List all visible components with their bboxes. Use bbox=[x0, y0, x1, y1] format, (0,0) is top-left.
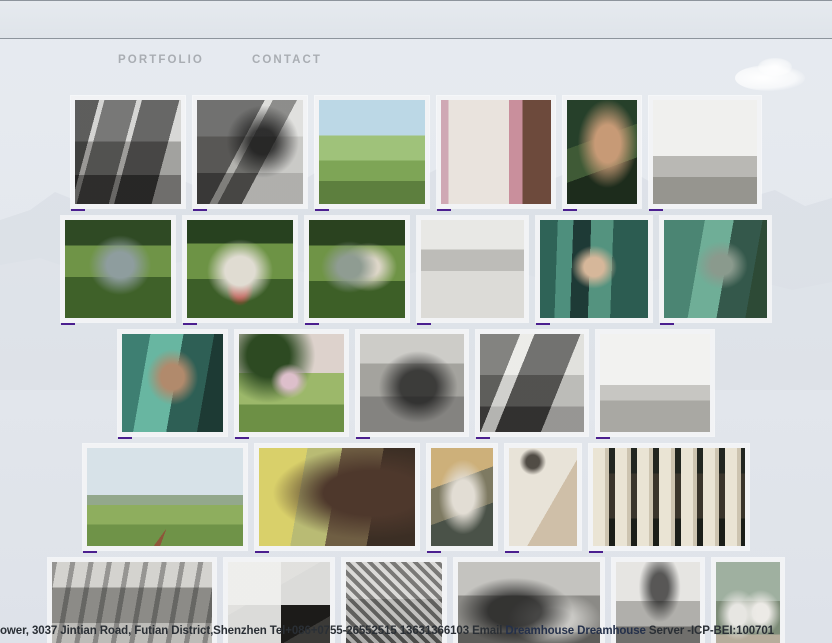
thumb-man-offering-image bbox=[65, 220, 171, 318]
thumb-lace-dress[interactable] bbox=[505, 444, 581, 550]
nav-item-contact[interactable]: CONTACT bbox=[252, 55, 322, 67]
thumb-teepee-field-image bbox=[87, 448, 243, 546]
header-band bbox=[0, 0, 832, 39]
thumb-mirror-window[interactable] bbox=[437, 96, 555, 208]
footer-segment-3: Email bbox=[472, 625, 505, 637]
thumb-man-staff-teal[interactable] bbox=[660, 216, 771, 322]
thumb-green-platform[interactable] bbox=[315, 96, 429, 208]
thumb-man-staff-teal-image bbox=[664, 220, 767, 318]
thumb-couple-tree[interactable] bbox=[235, 330, 348, 436]
thumb-carry-bw[interactable] bbox=[356, 330, 468, 436]
thumb-teepee-field[interactable] bbox=[83, 444, 247, 550]
thumb-woman-sitting-bw[interactable] bbox=[193, 96, 307, 208]
thumb-lace-dress-image bbox=[509, 448, 577, 546]
thumb-candles-image bbox=[593, 448, 745, 546]
thumb-woman-teal-shack-image bbox=[540, 220, 648, 318]
footer-segment-4: Dreamhouse Dreamhouse bbox=[505, 625, 649, 637]
thumb-couple-tree-image bbox=[239, 334, 344, 432]
thumb-man-praying[interactable] bbox=[118, 330, 227, 436]
thumb-field-tent-bw[interactable] bbox=[596, 330, 714, 436]
thumb-boat-dock-bw-image bbox=[75, 100, 181, 204]
thumb-candles[interactable] bbox=[589, 444, 749, 550]
gallery-row-2 bbox=[0, 216, 832, 322]
thumb-profile-nude-image bbox=[567, 100, 637, 204]
footer-segment-5: Server bbox=[649, 625, 687, 637]
thumb-woman-watermelon-image bbox=[187, 220, 293, 318]
thumb-green-platform-image bbox=[319, 100, 425, 204]
thumb-mirror-window-image bbox=[441, 100, 551, 204]
thumb-tent-group-bw[interactable] bbox=[649, 96, 761, 208]
gallery-row-4 bbox=[0, 444, 832, 550]
gallery-row-3 bbox=[0, 330, 832, 436]
thumb-carry-bw-image bbox=[360, 334, 464, 432]
thumb-profile-nude[interactable] bbox=[563, 96, 641, 208]
nav-item-portfolio[interactable]: PORTFOLIO bbox=[118, 55, 204, 67]
thumb-woman-teal-shack[interactable] bbox=[536, 216, 652, 322]
footer-segment-0: ower, 3037 Jintian Road, Futian District… bbox=[0, 625, 270, 637]
thumb-woman-sitting-bw-image bbox=[197, 100, 303, 204]
thumb-man-offering[interactable] bbox=[61, 216, 175, 322]
thumb-boat-woman-bw[interactable] bbox=[476, 330, 588, 436]
thumb-couple-garden-image bbox=[309, 220, 405, 318]
thumb-river-crowd-bw-image bbox=[421, 220, 524, 318]
thumb-tent-group-bw-image bbox=[653, 100, 757, 204]
gallery-row-1 bbox=[0, 96, 832, 208]
thumb-portrait-backlit-image bbox=[259, 448, 415, 546]
thumb-river-crowd-bw[interactable] bbox=[417, 216, 528, 322]
footer-segment-2: +086+0755-26552515 13631366103 bbox=[285, 625, 472, 637]
thumb-field-tent-bw-image bbox=[600, 334, 710, 432]
footer-segment-6: -ICP-BEI:100701 bbox=[687, 625, 774, 637]
footer-segment-1: Tel bbox=[270, 625, 285, 637]
portfolio-gallery bbox=[0, 96, 832, 643]
thumb-portrait-backlit[interactable] bbox=[255, 444, 419, 550]
footer-contact-text: ower, 3037 Jintian Road, Futian District… bbox=[0, 625, 832, 637]
thumb-couple-garden[interactable] bbox=[305, 216, 409, 322]
thumb-man-praying-image bbox=[122, 334, 223, 432]
thumb-woman-watermelon[interactable] bbox=[183, 216, 297, 322]
thumb-boat-woman-bw-image bbox=[480, 334, 584, 432]
thumb-woman-wall-image bbox=[431, 448, 493, 546]
thumb-boat-dock-bw[interactable] bbox=[71, 96, 185, 208]
main-navigation: PORTFOLIO CONTACT bbox=[0, 40, 832, 82]
thumb-woman-wall[interactable] bbox=[427, 444, 497, 550]
